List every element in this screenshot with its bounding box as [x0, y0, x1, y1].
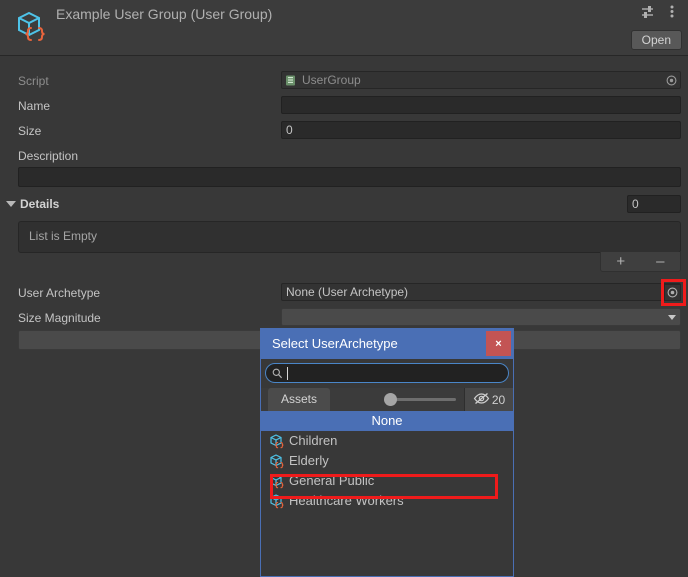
search-input[interactable] — [265, 363, 509, 383]
csharp-script-icon — [285, 75, 296, 86]
details-list-footer: + – — [600, 252, 681, 272]
description-input[interactable] — [18, 167, 681, 187]
close-icon[interactable]: × — [486, 331, 511, 356]
list-item-label: General Public — [289, 473, 375, 488]
scriptable-object-icon — [269, 433, 285, 449]
zoom-slider-knob[interactable] — [384, 393, 397, 406]
user-archetype-object-field[interactable]: None (User Archetype) — [281, 283, 681, 301]
visibility-count[interactable]: 20 — [464, 388, 513, 411]
list-item[interactable]: Healthcare Workers — [261, 491, 513, 511]
list-item[interactable]: Elderly — [261, 451, 513, 471]
list-item-label: None — [371, 413, 403, 428]
tab-assets[interactable]: Assets — [268, 388, 330, 411]
picker-toolbar: Assets 20 — [261, 388, 513, 412]
description-label: Description — [18, 149, 79, 163]
picker-title-bar: Select UserArchetype × — [261, 329, 513, 359]
add-item-button[interactable]: + — [609, 254, 633, 269]
object-picker-icon[interactable] — [666, 75, 677, 86]
object-picker-dialog: Select UserArchetype × Assets 20 None Ch… — [260, 328, 514, 577]
foldout-expanded-icon[interactable] — [6, 201, 16, 207]
search-caret — [287, 367, 288, 380]
preset-sliders-icon[interactable] — [639, 3, 656, 20]
size-magnitude-dropdown[interactable] — [281, 308, 681, 326]
size-label: Size — [18, 124, 42, 138]
header-tools — [639, 3, 680, 20]
scriptable-object-icon — [269, 473, 285, 489]
details-size-input[interactable]: 0 — [627, 195, 681, 213]
eye-crossed-icon — [473, 392, 490, 408]
name-input[interactable] — [281, 96, 681, 114]
user-archetype-label: User Archetype — [18, 286, 101, 300]
size-value: 0 — [286, 123, 293, 137]
row-size: Size 0 — [0, 121, 688, 141]
list-item-label: Children — [289, 433, 338, 448]
details-foldout-header[interactable]: Details 0 — [0, 195, 688, 215]
row-description: Description — [0, 146, 688, 166]
script-label: Script — [18, 74, 49, 88]
script-value: UserGroup — [302, 73, 361, 87]
inspector-header: Example User Group (User Group) Open — [0, 0, 688, 56]
list-item[interactable]: Children — [261, 431, 513, 451]
picker-title: Select UserArchetype — [272, 336, 398, 351]
user-archetype-value: None (User Archetype) — [286, 285, 409, 299]
chevron-down-icon[interactable] — [668, 315, 676, 320]
name-label: Name — [18, 99, 51, 113]
list-item[interactable]: General Public — [261, 471, 513, 491]
remove-item-button[interactable]: – — [648, 254, 672, 269]
list-item[interactable]: None — [261, 411, 513, 431]
asset-count: 20 — [491, 392, 506, 407]
picker-item-list: None Children Elderly General Public Hea… — [261, 411, 513, 576]
search-icon — [272, 368, 283, 379]
size-magnitude-label: Size Magnitude — [18, 311, 101, 325]
list-item-label: Healthcare Workers — [289, 493, 404, 508]
row-user-archetype: User Archetype None (User Archetype) — [0, 283, 688, 303]
list-item-label: Elderly — [289, 453, 329, 468]
vertical-dots-icon[interactable] — [663, 3, 680, 20]
size-input[interactable]: 0 — [281, 121, 681, 139]
row-script: Script UserGroup — [0, 71, 688, 91]
open-button[interactable]: Open — [630, 30, 682, 50]
page-title: Example User Group (User Group) — [56, 6, 273, 22]
script-object-field[interactable]: UserGroup — [281, 71, 681, 89]
user-archetype-picker-button[interactable] — [664, 284, 681, 301]
scriptable-object-icon — [12, 8, 48, 44]
row-size-magnitude: Size Magnitude — [0, 308, 688, 328]
scriptable-object-icon — [269, 493, 285, 509]
details-empty-list: List is Empty — [18, 221, 681, 253]
row-name: Name — [0, 96, 688, 116]
details-empty-text: List is Empty — [29, 229, 98, 243]
details-label: Details — [20, 197, 60, 211]
scriptable-object-icon — [269, 453, 285, 469]
